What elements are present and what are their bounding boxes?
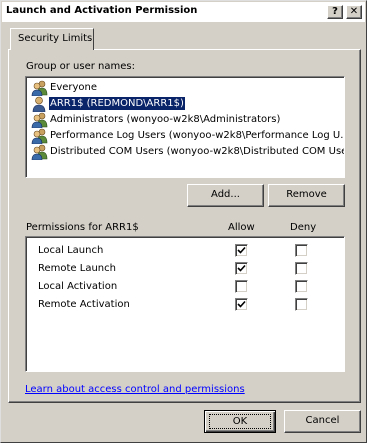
deny-checkbox[interactable] xyxy=(295,262,308,275)
add-button-label: Add... xyxy=(211,189,240,200)
user-list[interactable]: Everyone ARR1$ (REDMOND\ARR1$) Administr… xyxy=(25,76,345,178)
cancel-button-label: Cancel xyxy=(305,415,340,426)
user-name: ARR1$ (REDMOND\ARR1$) xyxy=(48,96,186,111)
list-item[interactable]: Everyone xyxy=(30,80,342,97)
allow-column-header: Allow xyxy=(228,222,255,233)
group-icon xyxy=(31,144,48,161)
deny-checkbox[interactable] xyxy=(295,298,308,311)
learn-more-link[interactable]: Learn about access control and permissio… xyxy=(25,384,245,395)
permission-row: Local Launch xyxy=(26,242,342,260)
tab-label: Security Limits xyxy=(18,33,93,44)
list-item[interactable]: Performance Log Users (wonyoo-w2k8\Perfo… xyxy=(30,128,345,145)
permissions-label: Permissions for ARR1$ xyxy=(26,222,139,233)
user-name: Administrators (wonyoo-w2k8\Administrato… xyxy=(50,114,281,125)
group-icon xyxy=(31,80,48,97)
ok-button-label: OK xyxy=(209,414,271,429)
deny-column-header: Deny xyxy=(290,222,317,233)
add-button[interactable]: Add... xyxy=(187,184,264,207)
tab-security-limits[interactable]: Security Limits xyxy=(10,28,94,50)
list-item[interactable]: Distributed COM Users (wonyoo-w2k8\Distr… xyxy=(30,144,345,161)
permission-name: Remote Activation xyxy=(38,299,130,310)
deny-checkbox[interactable] xyxy=(295,244,308,257)
user-name: Performance Log Users (wonyoo-w2k8\Perfo… xyxy=(50,130,345,141)
allow-checkbox[interactable] xyxy=(235,280,248,293)
remove-button[interactable]: Remove xyxy=(268,184,345,207)
user-name: Distributed COM Users (wonyoo-w2k8\Distr… xyxy=(50,146,345,157)
permission-dialog: Launch and Activation Permission ? ✕ Sec… xyxy=(0,0,367,443)
ok-button[interactable]: OK xyxy=(204,410,276,433)
window-title: Launch and Activation Permission xyxy=(6,5,198,16)
permission-row: Local Activation xyxy=(26,278,342,296)
group-icon xyxy=(31,112,48,129)
permission-name: Remote Launch xyxy=(38,263,116,274)
permission-row: Remote Activation xyxy=(26,296,342,314)
help-button[interactable]: ? xyxy=(327,5,343,19)
allow-checkbox-checked[interactable] xyxy=(235,244,248,257)
allow-checkbox-checked[interactable] xyxy=(235,262,248,275)
close-button[interactable]: ✕ xyxy=(346,5,362,19)
user-name: Everyone xyxy=(50,82,98,93)
cancel-button[interactable]: Cancel xyxy=(284,410,361,433)
group-icon xyxy=(31,128,48,145)
permission-name: Local Activation xyxy=(38,281,118,292)
allow-checkbox-checked[interactable] xyxy=(235,298,248,311)
title-bar[interactable]: Launch and Activation Permission ? ✕ xyxy=(2,2,365,22)
user-icon xyxy=(31,96,48,113)
permission-row: Remote Launch xyxy=(26,260,342,278)
permission-name: Local Launch xyxy=(38,245,104,256)
users-label: Group or user names: xyxy=(26,61,135,72)
deny-checkbox[interactable] xyxy=(295,280,308,293)
remove-button-label: Remove xyxy=(286,189,327,200)
list-item-selected[interactable]: ARR1$ (REDMOND\ARR1$) xyxy=(30,96,342,113)
list-item[interactable]: Administrators (wonyoo-w2k8\Administrato… xyxy=(30,112,342,129)
permissions-list: Local Launch Remote Launch Local Activat… xyxy=(25,236,345,372)
